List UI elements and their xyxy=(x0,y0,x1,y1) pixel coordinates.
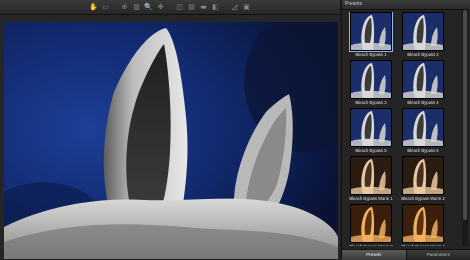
horse-ears-image xyxy=(4,22,338,259)
compare-icon[interactable]: ▥ xyxy=(132,3,141,11)
canvas-area xyxy=(0,15,340,259)
preset-thumbnail xyxy=(402,156,444,195)
preset-item[interactable]: Bleach Bypass 1 xyxy=(348,12,394,57)
preset-thumbnail xyxy=(350,60,392,99)
preset-item[interactable]: Bleach Bypass 4 xyxy=(400,60,446,105)
preset-label: Bleach Bypass Warm 1 xyxy=(348,195,394,202)
panel-tabs: PresetsParameters xyxy=(342,249,470,260)
preset-item[interactable]: Bleach Bypass 6 xyxy=(400,108,446,153)
preset-label: Bleach Bypass 3 xyxy=(348,99,394,106)
pan-icon[interactable]: ✥ xyxy=(156,3,165,11)
preset-item[interactable]: Bleach Bypass Warm 3 xyxy=(348,204,394,246)
histogram-icon[interactable]: ◿ xyxy=(230,3,239,11)
preset-grid: Bleach Bypass 1 Bleach Bypass 2 Bleach Byp… xyxy=(346,12,460,246)
preset-thumbnail xyxy=(402,204,444,243)
scrollbar-thumb[interactable] xyxy=(463,10,467,220)
preset-item[interactable]: Bleach Bypass 5 xyxy=(348,108,394,153)
preset-item[interactable]: Bleach Bypass Warm 1 xyxy=(348,156,394,201)
toolbar: ✋▭ ⊕▥🔍✥ ◫▤▬◧ ◿▣ xyxy=(0,0,340,15)
preview-icon[interactable]: ▣ xyxy=(242,3,251,11)
preset-thumbnail xyxy=(402,108,444,147)
preset-label: Bleach Bypass Warm 4 xyxy=(400,243,446,246)
preset-label: Bleach Bypass Warm 2 xyxy=(400,195,446,202)
single-view-icon[interactable]: ▬ xyxy=(199,3,208,11)
preset-item[interactable]: Bleach Bypass Warm 2 xyxy=(400,156,446,201)
side-by-side-icon[interactable]: ▤ xyxy=(187,3,196,11)
hand-tool-icon[interactable]: ✋ xyxy=(89,3,98,11)
panel-title: Presets xyxy=(342,0,470,10)
presets-panel: Presets Bleach Bypass 1Bleach Bypass 2Bl… xyxy=(341,0,470,259)
zoom-icon[interactable]: 🔍 xyxy=(144,3,153,11)
preset-label: Bleach Bypass Warm 3 xyxy=(348,243,394,246)
preset-thumbnail xyxy=(350,204,392,243)
preset-label: Bleach Bypass 4 xyxy=(400,99,446,106)
preset-item[interactable]: Bleach Bypass 3 xyxy=(348,60,394,105)
preset-thumbnail xyxy=(402,60,444,99)
preset-scrollbar[interactable] xyxy=(462,10,468,246)
preset-label: Bleach Bypass 1 xyxy=(348,51,394,58)
preset-label: Bleach Bypass 5 xyxy=(348,147,394,154)
preset-thumbnail xyxy=(402,12,444,51)
preset-label: Bleach Bypass 2 xyxy=(400,51,446,58)
preset-thumbnail xyxy=(350,156,392,195)
split-view-icon[interactable]: ◫ xyxy=(175,3,184,11)
preset-item[interactable]: Bleach Bypass Warm 4 xyxy=(400,204,446,246)
preset-label: Bleach Bypass 6 xyxy=(400,147,446,154)
preset-thumbnail xyxy=(350,12,392,51)
preset-item[interactable]: Bleach Bypass 2 xyxy=(400,12,446,57)
preset-thumbnail xyxy=(350,108,392,147)
zoom-in-icon[interactable]: ⊕ xyxy=(120,3,129,11)
zoom-fit-icon[interactable]: ▭ xyxy=(101,3,110,11)
photo-preview[interactable] xyxy=(4,22,338,259)
before-after-icon[interactable]: ◧ xyxy=(211,3,220,11)
